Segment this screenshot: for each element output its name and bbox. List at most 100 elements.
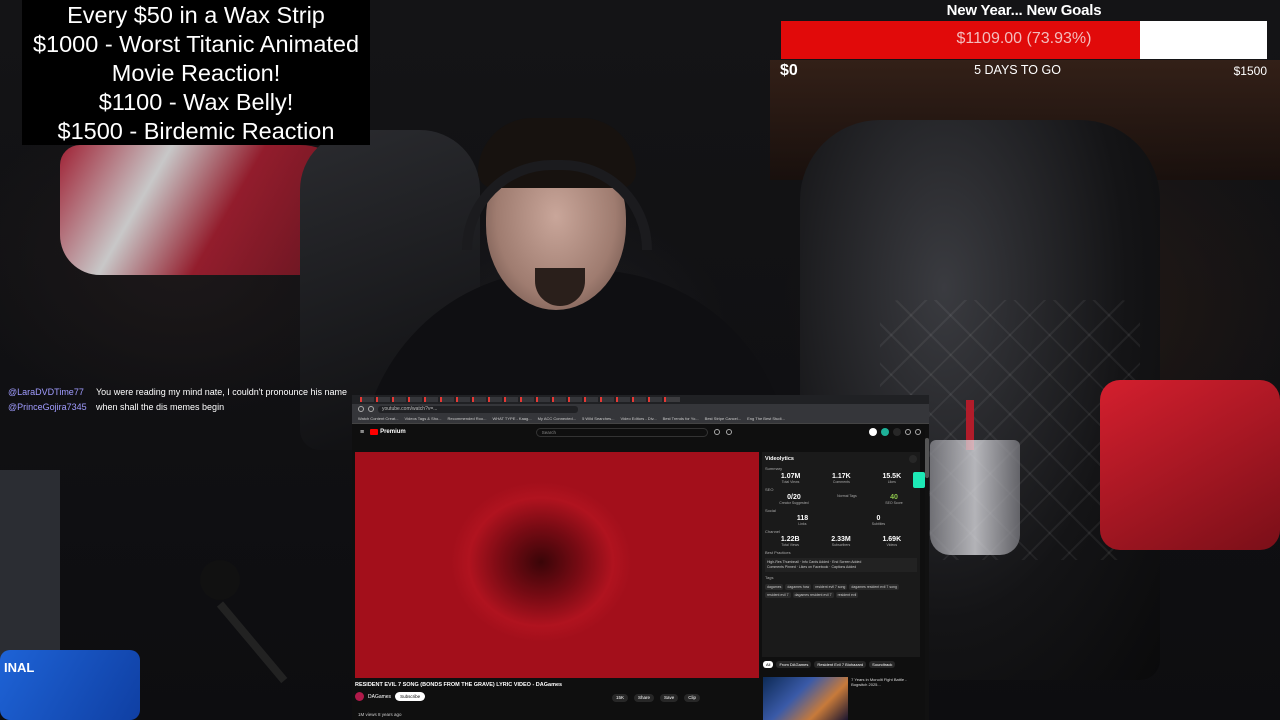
videolytics-menu-button[interactable] (909, 455, 917, 463)
video-player[interactable] (355, 452, 759, 678)
recommendation-filters: All From DAGames Resident Evil 7 Biohaza… (763, 661, 896, 668)
mic-arm (216, 601, 288, 684)
scrollbar[interactable] (925, 430, 929, 720)
back-icon[interactable] (358, 406, 364, 412)
goal-progress-bar: $1109.00 (73.93%) (781, 21, 1267, 59)
browser-tab[interactable] (584, 397, 598, 402)
bookmark[interactable]: Best Trends for Yo... (663, 416, 699, 421)
view-count: 1M views 8 years ago (358, 712, 402, 717)
chat-username: @PrinceGojira7345 (8, 402, 87, 412)
channel-stats: 1.22B Total Views 2.33M Subscribers 1.69K V… (765, 536, 917, 547)
bookmark[interactable]: Videos Tags & Sho... (405, 416, 442, 421)
extension-chip-teal[interactable] (881, 428, 889, 436)
filter-chip[interactable]: Resident Evil 7 Biohazard (814, 661, 867, 668)
browser-tab[interactable] (472, 397, 486, 402)
monitor-edge (0, 470, 60, 670)
bookmark[interactable]: Recommended Roo... (448, 416, 487, 421)
tag[interactable]: dagames resident evil 7 song (849, 584, 899, 590)
channel-row: DAGames Subscribe (355, 692, 426, 701)
browser-tab[interactable] (536, 397, 550, 402)
stat: Normal Tags (837, 494, 857, 505)
tag[interactable]: resident evil 7 song (813, 584, 848, 590)
best-practice-item: End Screen Added (832, 560, 862, 564)
section-label: Best Practices (765, 550, 791, 555)
channel-avatar[interactable] (355, 692, 364, 701)
goal-max-label: $1500 (1233, 64, 1267, 78)
browser-tab[interactable] (440, 397, 454, 402)
menu-icon[interactable]: ≡ (360, 429, 364, 436)
stat: 1.17K Comments (832, 473, 851, 484)
bookmark[interactable]: Best Stripe Cancel... (705, 416, 741, 421)
recommended-thumbnail[interactable] (763, 677, 849, 720)
stat-label: Total Views (781, 480, 800, 484)
bookmark[interactable]: 5 Wild Searches... (582, 416, 614, 421)
extension-float-button[interactable] (913, 472, 925, 488)
browser-tab[interactable] (520, 397, 534, 402)
stat-value: 1.07M (780, 473, 801, 480)
url-input[interactable]: youtube.com/watch?v=... (378, 405, 578, 413)
tag-list: dagames dagames how resident evil 7 song… (765, 584, 917, 598)
browser-tab[interactable] (648, 397, 662, 402)
browser-tab[interactable] (360, 397, 374, 402)
scrollbar-thumb[interactable] (925, 438, 929, 478)
bookmark[interactable]: Video Editors - Div... (621, 416, 657, 421)
browser-tab[interactable] (456, 397, 470, 402)
goal-line: $1000 - Worst Titanic Animated Movie Rea… (32, 31, 360, 86)
browser-tab-strip[interactable] (352, 395, 929, 404)
browser-tab[interactable] (552, 397, 566, 402)
browser-tab-active[interactable] (664, 397, 680, 402)
notifications-icon[interactable] (905, 429, 911, 435)
section-label: Tags (765, 575, 774, 580)
tag[interactable]: dagames resident evil 7 (792, 592, 834, 598)
tag[interactable]: dagames how (785, 584, 812, 590)
reload-icon[interactable] (368, 406, 374, 412)
bookmark[interactable]: Watch Content Creat... (358, 416, 399, 421)
stat-label: Subscribers (831, 543, 851, 547)
stat: 0/20 Creator Suggested (779, 494, 808, 505)
filter-chip[interactable]: Soundtrack (869, 661, 896, 668)
browser-tab[interactable] (392, 397, 406, 402)
tag[interactable]: dagames (765, 584, 784, 590)
recommended-video[interactable]: 7 Years in Monolit Fight Battle - Bogwit… (763, 677, 923, 720)
browser-tab[interactable] (632, 397, 646, 402)
bookmark[interactable]: WHAT TYPE - Kaag... (492, 416, 531, 421)
stat: 0 Subtitles (872, 515, 885, 526)
mic-icon[interactable] (725, 429, 732, 435)
browser-tab[interactable] (408, 397, 422, 402)
search-input[interactable]: Search (535, 427, 708, 437)
create-button[interactable] (893, 428, 901, 436)
filter-chip[interactable]: From DAGames (776, 661, 812, 668)
summary-stats: 1.07M Total Views 1.17K Comments 15.5K Like… (765, 473, 917, 484)
extension-chip[interactable] (869, 428, 877, 436)
channel-name[interactable]: DAGames (368, 694, 391, 700)
stat-value: 118 (796, 515, 809, 522)
browser-tab[interactable] (504, 397, 518, 402)
subscribe-button[interactable]: Subscribe (395, 692, 426, 701)
like-button[interactable]: 15K (612, 694, 629, 702)
account-avatar-icon[interactable] (915, 429, 921, 435)
stat: 1.22B Total Views (781, 536, 800, 547)
filter-chip[interactable]: All (763, 661, 774, 668)
save-button[interactable]: Save (660, 694, 679, 702)
search-icon[interactable] (713, 429, 720, 435)
browser-tab[interactable] (488, 397, 502, 402)
bookmark[interactable]: Eng The Best Studi... (747, 416, 785, 421)
recommended-title[interactable]: 7 Years in Monolit Fight Battle - Bogwit… (851, 677, 923, 720)
stat-label: Normal Tags (837, 494, 857, 498)
tag[interactable]: resident evil 7 (765, 592, 791, 598)
youtube-logo[interactable]: Premium (370, 429, 406, 435)
bookmark[interactable]: My ACC Connected... (538, 416, 576, 421)
share-button[interactable]: Share (634, 694, 655, 702)
stat-label: Total Views (781, 543, 800, 547)
browser-tab[interactable] (424, 397, 438, 402)
browser-tab[interactable] (568, 397, 582, 402)
clip-button[interactable]: Clip (684, 694, 701, 702)
browser-tab[interactable] (616, 397, 630, 402)
tag[interactable]: resident evil (835, 592, 859, 598)
stat: 40 SEO Score (885, 494, 903, 505)
browser-tab[interactable] (376, 397, 390, 402)
goal-line: $1100 - Wax Belly! (98, 89, 294, 115)
browser-tab[interactable] (600, 397, 614, 402)
stat-value: 1.69K (882, 536, 902, 543)
snack-bag-text: INAL (4, 660, 35, 675)
